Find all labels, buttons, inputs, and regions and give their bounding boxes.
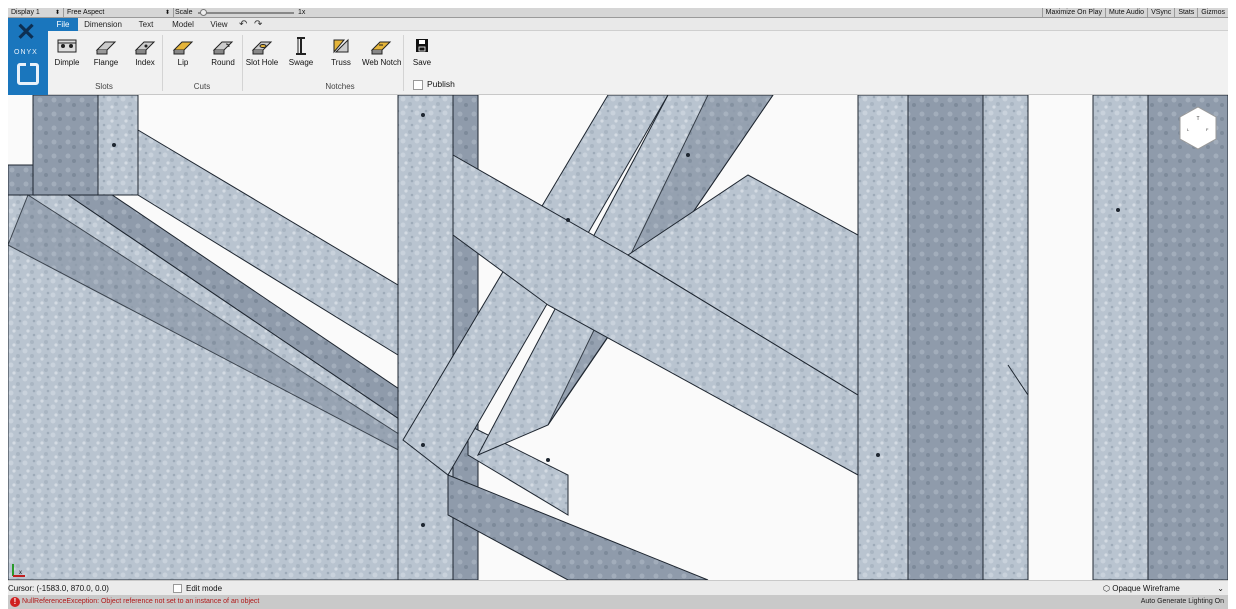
render-mode-dropdown[interactable]: ⬡ Opaque Wireframe ⌄ [1103,581,1228,596]
checkbox-icon [413,79,423,90]
scale-label: Scale [175,9,193,16]
menu-text[interactable]: Text [132,18,160,31]
flange-button[interactable]: Flange [87,33,125,71]
checkbox-icon [173,584,182,594]
dimple-label: Dimple [54,58,80,67]
truss-button[interactable]: Truss [322,33,360,71]
flange-icon [95,41,117,55]
index-icon [134,41,156,55]
truss-icon [333,38,349,54]
console-bar[interactable]: ! NullReferenceException: Object referen… [8,595,1228,609]
maximize-on-play-toggle[interactable]: Maximize On Play [1041,8,1105,18]
steel-frame-model [8,95,1228,580]
round-label: Round [211,58,235,67]
gizmos-dropdown[interactable]: Gizmos [1197,8,1228,18]
group-divider [162,35,163,91]
flange-label: Flange [93,58,119,67]
swage-icon [296,37,306,55]
index-label: Index [135,58,155,67]
chevron-down-icon: ⬍ [54,10,60,16]
floppy-disk-icon [416,39,428,52]
svg-text:x: x [19,570,22,576]
chevron-down-icon: ⌄ [1217,584,1224,593]
menu-model[interactable]: Model [166,18,200,31]
game-view-options: Maximize On Play Mute Audio VSync Stats … [1041,8,1228,18]
round-button[interactable]: Round [204,33,242,71]
vsync-toggle[interactable]: VSync [1147,8,1174,18]
undo-icon[interactable]: ↶ [239,18,247,31]
redo-icon[interactable]: ↷ [254,18,262,31]
web-notch-icon [370,41,392,55]
lip-icon [172,41,194,55]
error-message: NullReferenceException: Object reference… [22,598,260,605]
menu-file[interactable]: File [48,18,78,31]
aspect-label: Free Aspect [67,9,105,16]
chevron-down-icon: ⬍ [164,10,170,16]
view-cube-icon[interactable]: T L F [1178,105,1218,151]
cursor-readout: Cursor: (-1583.0, 870.0, 0.0) [8,584,109,593]
group-label-slots: Slots [95,82,113,91]
lip-button[interactable]: Lip [164,33,202,71]
display-select[interactable]: Display 1 ⬍ [8,8,64,18]
ribbon-toolbar: Dimple Flange Index Lip Round Slot Hole … [48,31,1228,95]
slot-hole-button[interactable]: Slot Hole [243,33,281,71]
scale-value: 1x [298,9,306,16]
group-label-cuts: Cuts [193,82,211,91]
error-icon: ! [10,597,20,607]
slot-hole-icon [251,41,273,55]
swage-button[interactable]: Swage [282,33,320,71]
model-viewport[interactable]: T L F x [8,95,1228,580]
save-label: Save [412,58,432,67]
onyx-x-mark-icon: ✕ [16,19,37,46]
round-icon [212,41,234,55]
game-view-toolbar: Display 1 ⬍ Free Aspect ⬍ Scale 1x Maximiz… [8,8,1228,18]
scale-slider-handle[interactable] [200,9,207,16]
aspect-select[interactable]: Free Aspect ⬍ [64,8,174,18]
menu-bar: File Dimension Text Model View ↶ ↷ [48,18,1228,31]
status-bar: Cursor: (-1583.0, 870.0, 0.0) Edit mode … [8,580,1228,595]
publish-checkbox[interactable]: Publish [413,78,455,90]
truss-label: Truss [331,58,351,67]
mute-audio-toggle[interactable]: Mute Audio [1105,8,1147,18]
web-notch-button[interactable]: Web Notch [362,33,402,71]
dimple-icon [57,39,77,53]
dimple-button[interactable]: Dimple [48,33,86,71]
edit-mode-checkbox[interactable]: Edit mode [173,581,222,596]
onyx-cube-icon [17,63,39,85]
render-mode-label: Opaque Wireframe [1112,584,1180,593]
slot-hole-label: Slot Hole [245,58,279,67]
onyx-logo: ✕ ONYX [8,18,48,95]
lighting-status: Auto Generate Lighting On [1140,598,1224,605]
edit-mode-label: Edit mode [186,584,223,593]
web-notch-label: Web Notch [362,58,402,67]
save-button[interactable]: Save [403,33,441,71]
logo-text: ONYX [14,49,38,56]
scale-slider[interactable] [198,12,294,14]
lip-label: Lip [177,58,189,67]
stats-toggle[interactable]: Stats [1174,8,1197,18]
menu-view[interactable]: View [205,18,233,31]
index-button[interactable]: Index [126,33,164,71]
swage-label: Swage [288,58,314,67]
publish-label: Publish [427,79,455,89]
axis-gizmo-icon: x [12,564,25,577]
menu-dimension[interactable]: Dimension [80,18,126,31]
display-label: Display 1 [11,9,40,16]
render-mode-icon: ⬡ [1103,584,1110,593]
group-label-notches: Notches [325,82,355,91]
svg-text:T: T [1196,116,1199,122]
